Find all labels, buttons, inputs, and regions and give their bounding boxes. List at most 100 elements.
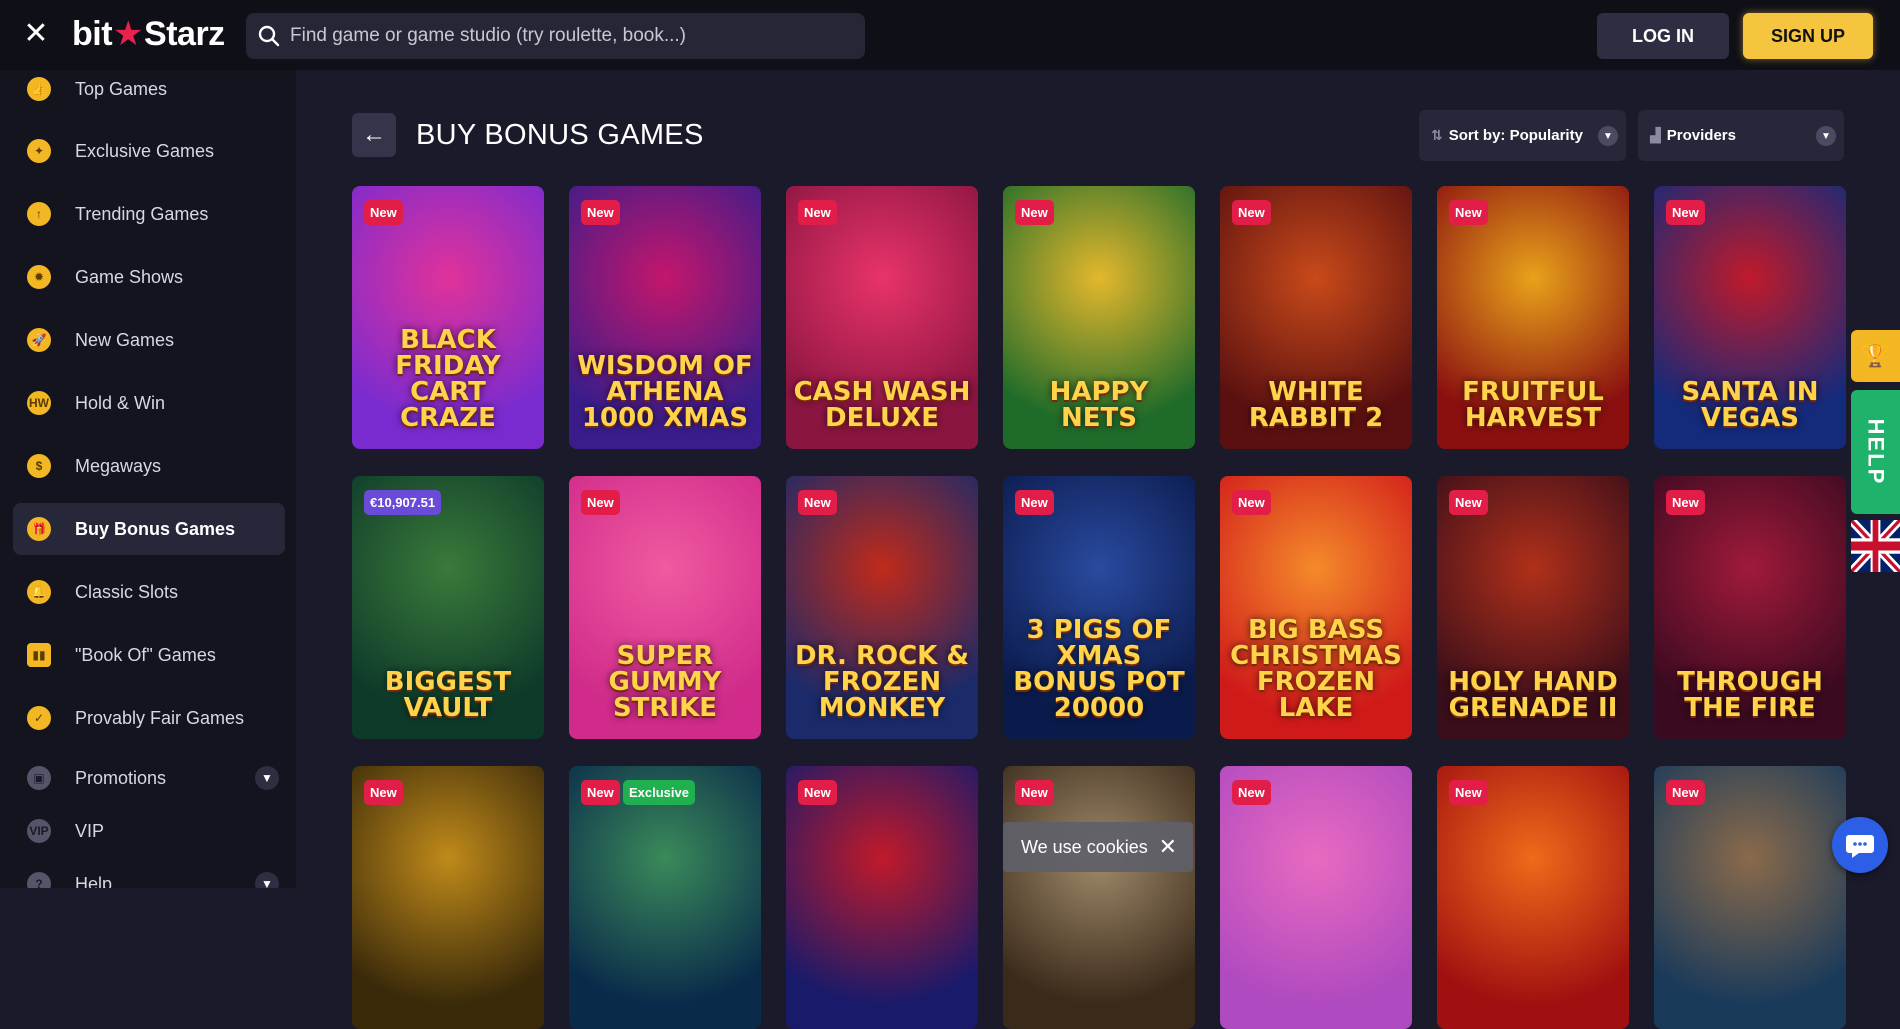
trophy-icon[interactable]: 🏆 [1851, 330, 1900, 382]
chat-icon[interactable] [1832, 817, 1888, 873]
new-badge: New [798, 780, 837, 805]
hold-win-icon: HW [27, 391, 51, 415]
game-card[interactable]: Fruitful Harvest New [1437, 186, 1629, 449]
main-content: ← BUY BONUS GAMES ⇅ Sort by: Popularity … [296, 70, 1900, 1029]
chevron-down-icon[interactable]: ▼ [255, 766, 279, 790]
search-bar[interactable] [246, 13, 865, 59]
game-title: Super Gummy Strike [608, 641, 722, 723]
new-badge: New [1232, 780, 1271, 805]
sidebar-item[interactable]: ✹ Game Shows [13, 251, 285, 303]
sidebar-item[interactable]: VIP VIP [13, 805, 285, 857]
jackpot-badge: €10,907.51 [364, 490, 442, 515]
game-card[interactable]: Holy Hand Grenade II New [1437, 476, 1629, 739]
sidebar-item-label: Exclusive Games [75, 140, 215, 161]
sidebar-item[interactable]: 🎁 Buy Bonus Games [13, 503, 285, 555]
game-thumbnail [1437, 766, 1629, 1029]
back-button[interactable]: ← [352, 113, 396, 157]
search-input[interactable] [290, 25, 850, 47]
game-thumbnail [1003, 766, 1195, 1029]
shield-check-icon: ✓ [27, 706, 51, 730]
game-card[interactable]: Wisdom of Athena 1000 Xmas New [569, 186, 761, 449]
sidebar-item[interactable]: 🔔 Classic Slots [13, 566, 285, 618]
sidebar-item[interactable]: ? Help ▼ [13, 858, 285, 888]
sidebar-item[interactable]: 👍 Top Games [13, 70, 285, 115]
game-title: 3 Pigs of Xmas Bonus Pot 20000 [1013, 615, 1185, 723]
game-card[interactable]: Super Gummy Strike New [569, 476, 761, 739]
sidebar-item-label: Top Games [75, 78, 168, 99]
chevron-down-icon[interactable]: ▼ [255, 872, 279, 888]
chevron-down-icon: ▼ [1816, 126, 1836, 146]
wheel-icon: ✹ [27, 265, 51, 289]
sidebar-item-label: Provably Fair Games [75, 707, 245, 728]
game-card[interactable]: Big Bass Christmas Frozen Lake New [1220, 476, 1412, 739]
game-card[interactable]: New [1220, 766, 1412, 1029]
game-card[interactable]: New Exclusive [569, 766, 761, 1029]
game-card[interactable]: New [786, 766, 978, 1029]
signup-button[interactable]: SIGN UP [1743, 13, 1873, 59]
game-title: Santa in Vegas [1681, 377, 1819, 433]
game-card[interactable]: Cash Wash Deluxe New [786, 186, 978, 449]
close-icon[interactable]: ✕ [1159, 834, 1177, 860]
vip-icon: VIP [27, 819, 51, 843]
new-badge: New [364, 780, 403, 805]
sidebar-item[interactable]: ▮▮ "Book Of" Games [13, 629, 285, 681]
sidebar-item-label: VIP [75, 820, 105, 841]
sidebar-item[interactable]: 🚀 New Games [13, 314, 285, 366]
sidebar-item-label: Game Shows [75, 266, 184, 287]
game-card[interactable]: New [1003, 766, 1195, 1029]
sort-dropdown[interactable]: ⇅ Sort by: Popularity ▼ [1419, 110, 1626, 161]
sort-icon: ⇅ [1431, 127, 1443, 143]
game-card[interactable]: White Rabbit 2 New [1220, 186, 1412, 449]
new-badge: New [1666, 780, 1705, 805]
login-button[interactable]: LOG IN [1597, 13, 1729, 59]
game-card[interactable]: 3 Pigs of Xmas Bonus Pot 20000 New [1003, 476, 1195, 739]
game-thumbnail [1220, 766, 1412, 1029]
sidebar-item[interactable]: ✓ Provably Fair Games [13, 692, 285, 744]
sidebar-item[interactable]: ▣ Promotions ▼ [13, 752, 285, 804]
providers-dropdown[interactable]: ▟ Providers ▼ [1638, 110, 1844, 161]
help-tab[interactable]: HELP [1851, 390, 1900, 514]
game-card[interactable]: Santa in Vegas New [1654, 186, 1846, 449]
rocket-icon: 🚀 [27, 328, 51, 352]
game-card[interactable]: New [1437, 766, 1629, 1029]
sidebar-item[interactable]: HW Hold & Win [13, 377, 285, 429]
uk-flag-icon[interactable] [1851, 520, 1900, 572]
logo-text-left: bit [72, 14, 113, 53]
search-icon [258, 25, 280, 47]
game-card[interactable]: New [352, 766, 544, 1029]
game-card[interactable]: Black Friday Cart Craze New [352, 186, 544, 449]
sidebar-item[interactable]: ✦ Exclusive Games [13, 125, 285, 177]
top-bar: ✕ bit ★ Starz LOG IN SIGN UP [0, 0, 1900, 70]
medal-icon: ✦ [27, 139, 51, 163]
question-icon: ? [27, 872, 51, 888]
logo[interactable]: bit ★ Starz [72, 14, 225, 54]
game-card[interactable]: Dr. Rock & Frozen Monkey New [786, 476, 978, 739]
providers-label: Providers [1666, 127, 1736, 144]
sidebar-item-label: "Book Of" Games [75, 644, 216, 665]
new-badge: New [1666, 490, 1705, 515]
game-thumbnail [786, 766, 978, 1029]
sidebar-item-label: Help [75, 873, 113, 889]
sidebar-item-label: Hold & Win [75, 392, 166, 413]
game-title: Fruitful Harvest [1462, 377, 1604, 433]
sidebar-item[interactable]: ↑ Trending Games [13, 188, 285, 240]
sidebar-item-label: Buy Bonus Games [75, 518, 236, 539]
game-card[interactable]: Happy Nets New [1003, 186, 1195, 449]
new-badge: New [1449, 200, 1488, 225]
thumbs-up-icon: 👍 [27, 77, 51, 101]
cookie-text: We use cookies [1021, 836, 1148, 857]
trending-up-icon: ↑ [27, 202, 51, 226]
new-badge: New [1666, 200, 1705, 225]
logo-star-icon: ★ [113, 15, 144, 53]
game-card[interactable]: Through the Fire New [1654, 476, 1846, 739]
sort-label: Sort by: Popularity [1448, 127, 1583, 144]
help-label: HELP [1863, 418, 1889, 486]
close-icon[interactable]: ✕ [22, 19, 50, 49]
book-icon: ▮▮ [27, 643, 51, 667]
game-card[interactable]: Biggest Vault €10,907.51 [352, 476, 544, 739]
new-badge: New [1015, 200, 1054, 225]
arrow-left-icon: ← [362, 121, 386, 148]
providers-icon: ▟ [1650, 127, 1661, 143]
game-card[interactable]: New [1654, 766, 1846, 1029]
sidebar-item[interactable]: $ Megaways [13, 440, 285, 492]
